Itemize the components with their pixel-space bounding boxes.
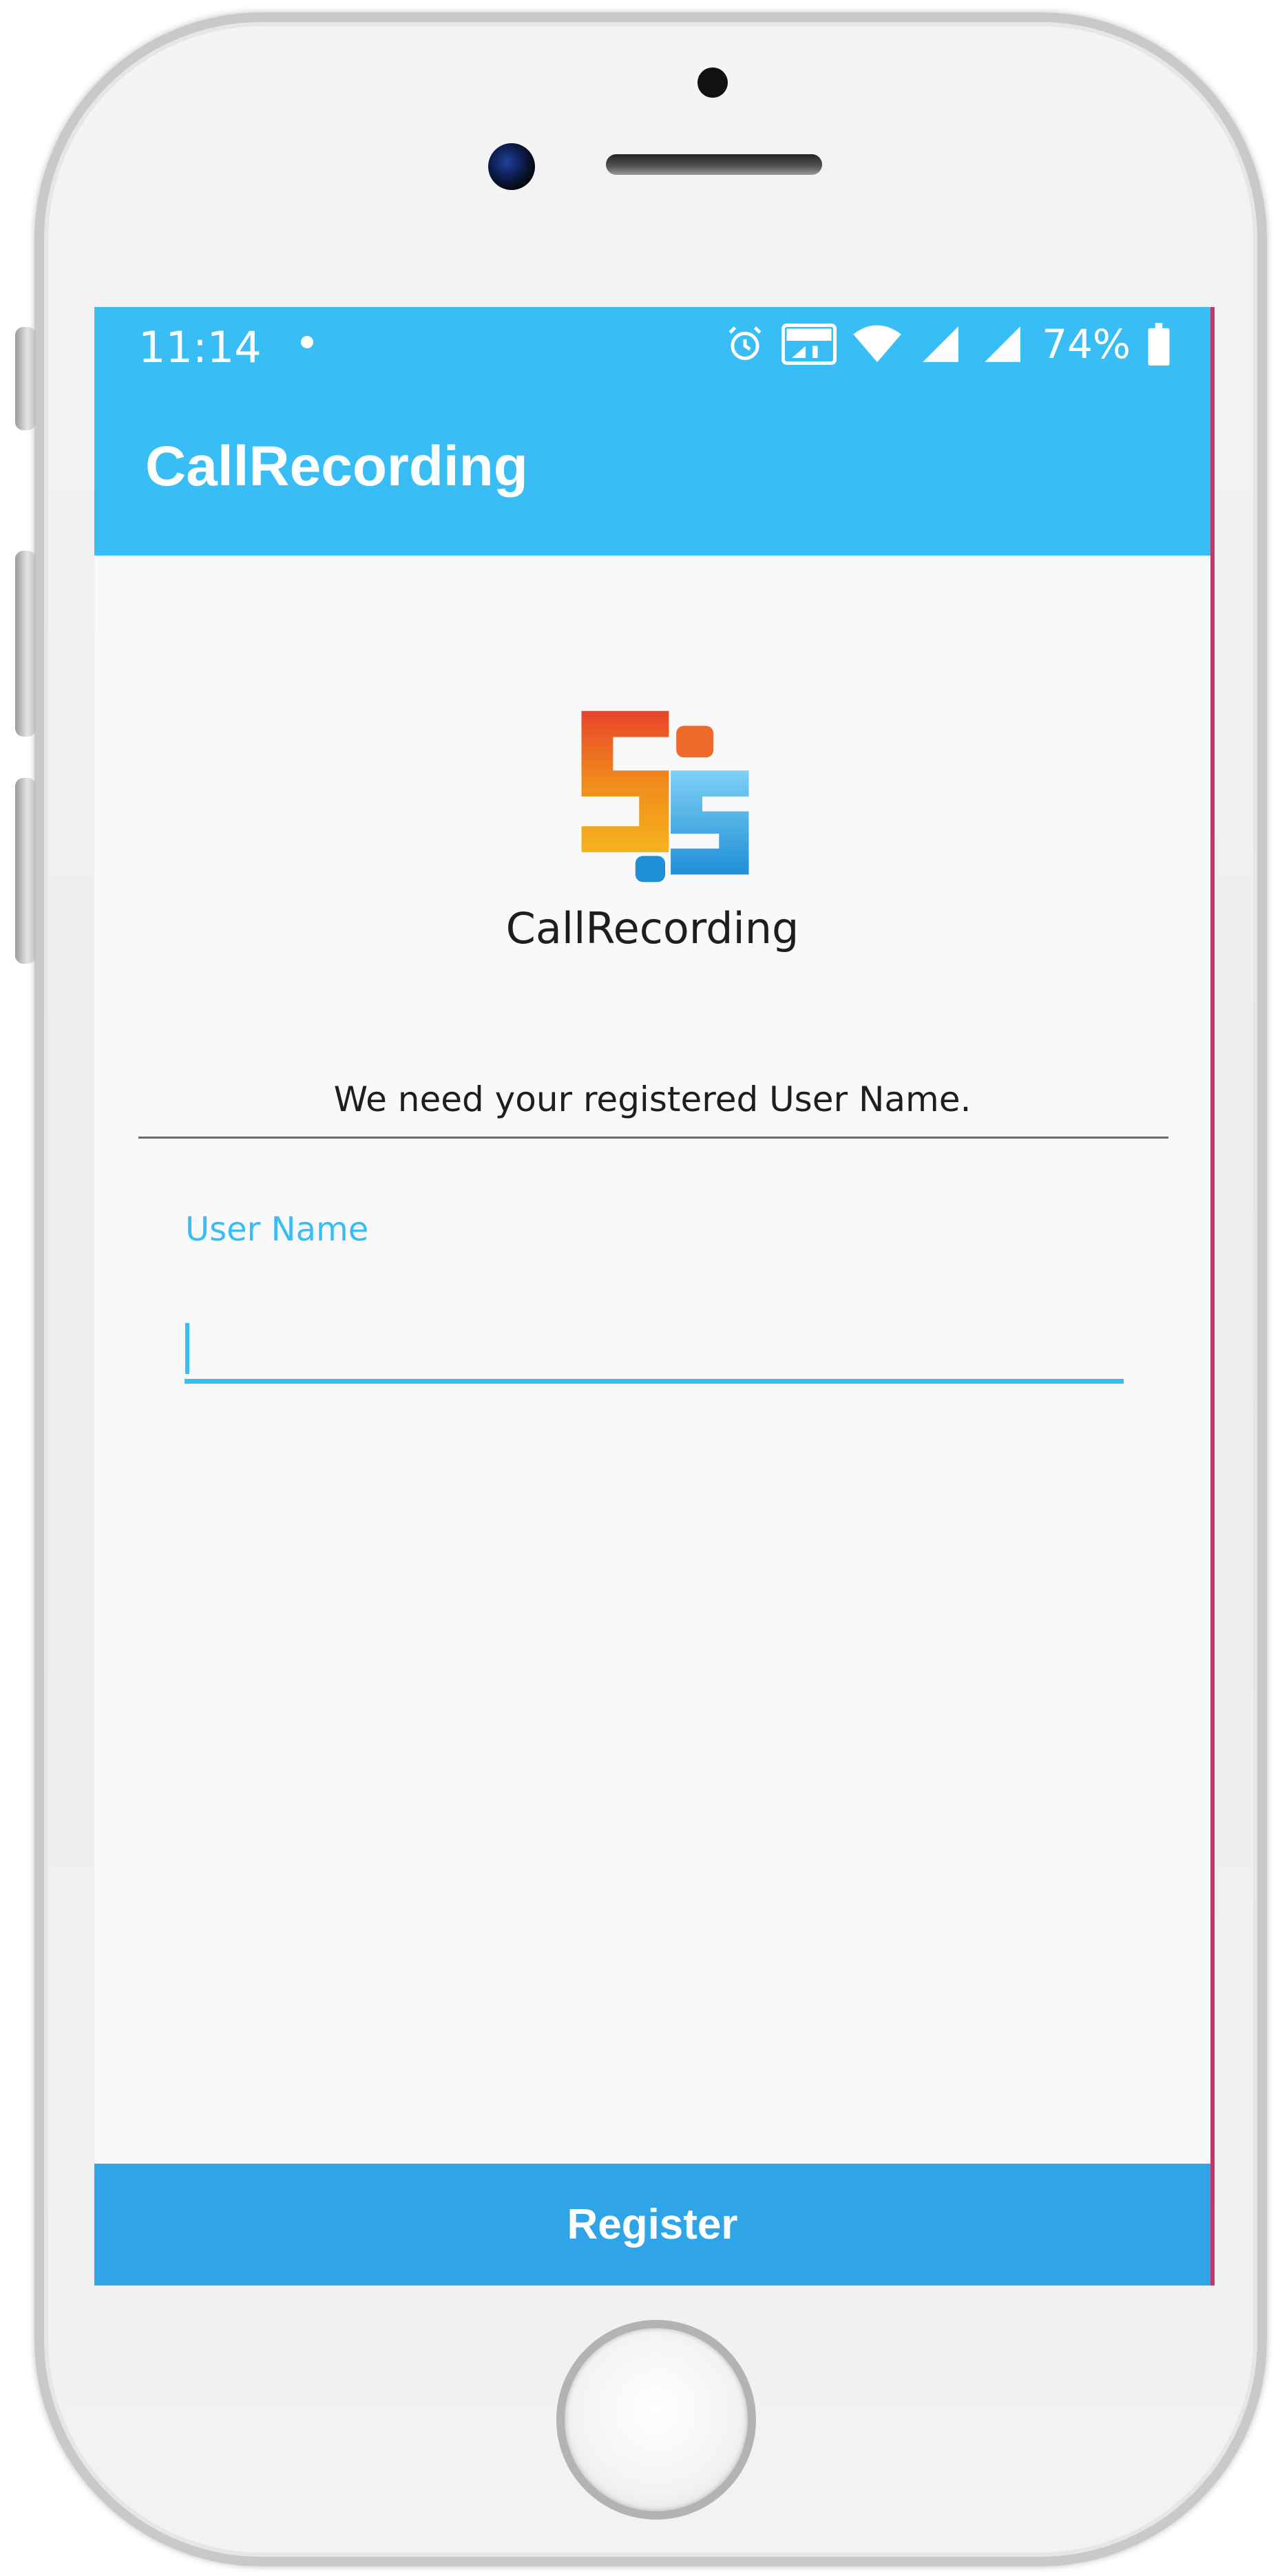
register-button[interactable]: Register [94,2164,1210,2285]
phone-side-button-mute [15,327,36,430]
divider [138,1137,1168,1139]
username-input[interactable] [185,1312,1124,1384]
signal-icon [923,326,958,362]
front-camera [488,143,535,190]
app-screen: 11:14 74% CallRecording CallRecording We… [94,307,1215,2285]
battery-icon [1148,323,1170,366]
volte-icon [781,324,837,365]
phone-side-button-volume-down [15,778,36,964]
wifi-icon [853,325,901,363]
text-cursor [185,1323,189,1374]
signal-icon [985,326,1020,362]
phone-side-button-volume-up [15,551,36,737]
logo-caption: CallRecording [505,903,799,953]
battery-percent: 74% [1042,321,1131,368]
status-bar: 11:14 74% [94,307,1210,386]
status-time: 11:14 [138,322,262,372]
app-bar-title: CallRecording [145,435,528,498]
info-text: We need your registered User Name. [333,1079,972,1119]
status-icons: 74% [725,317,1171,372]
home-button[interactable] [556,2320,756,2520]
username-label: User Name [185,1210,369,1249]
app-logo-icon [581,710,749,883]
alarm-icon [728,326,762,360]
phone-sensor [697,67,728,98]
notification-dot [301,336,313,348]
phone-speaker [606,154,822,175]
app-bar: CallRecording [94,386,1210,556]
